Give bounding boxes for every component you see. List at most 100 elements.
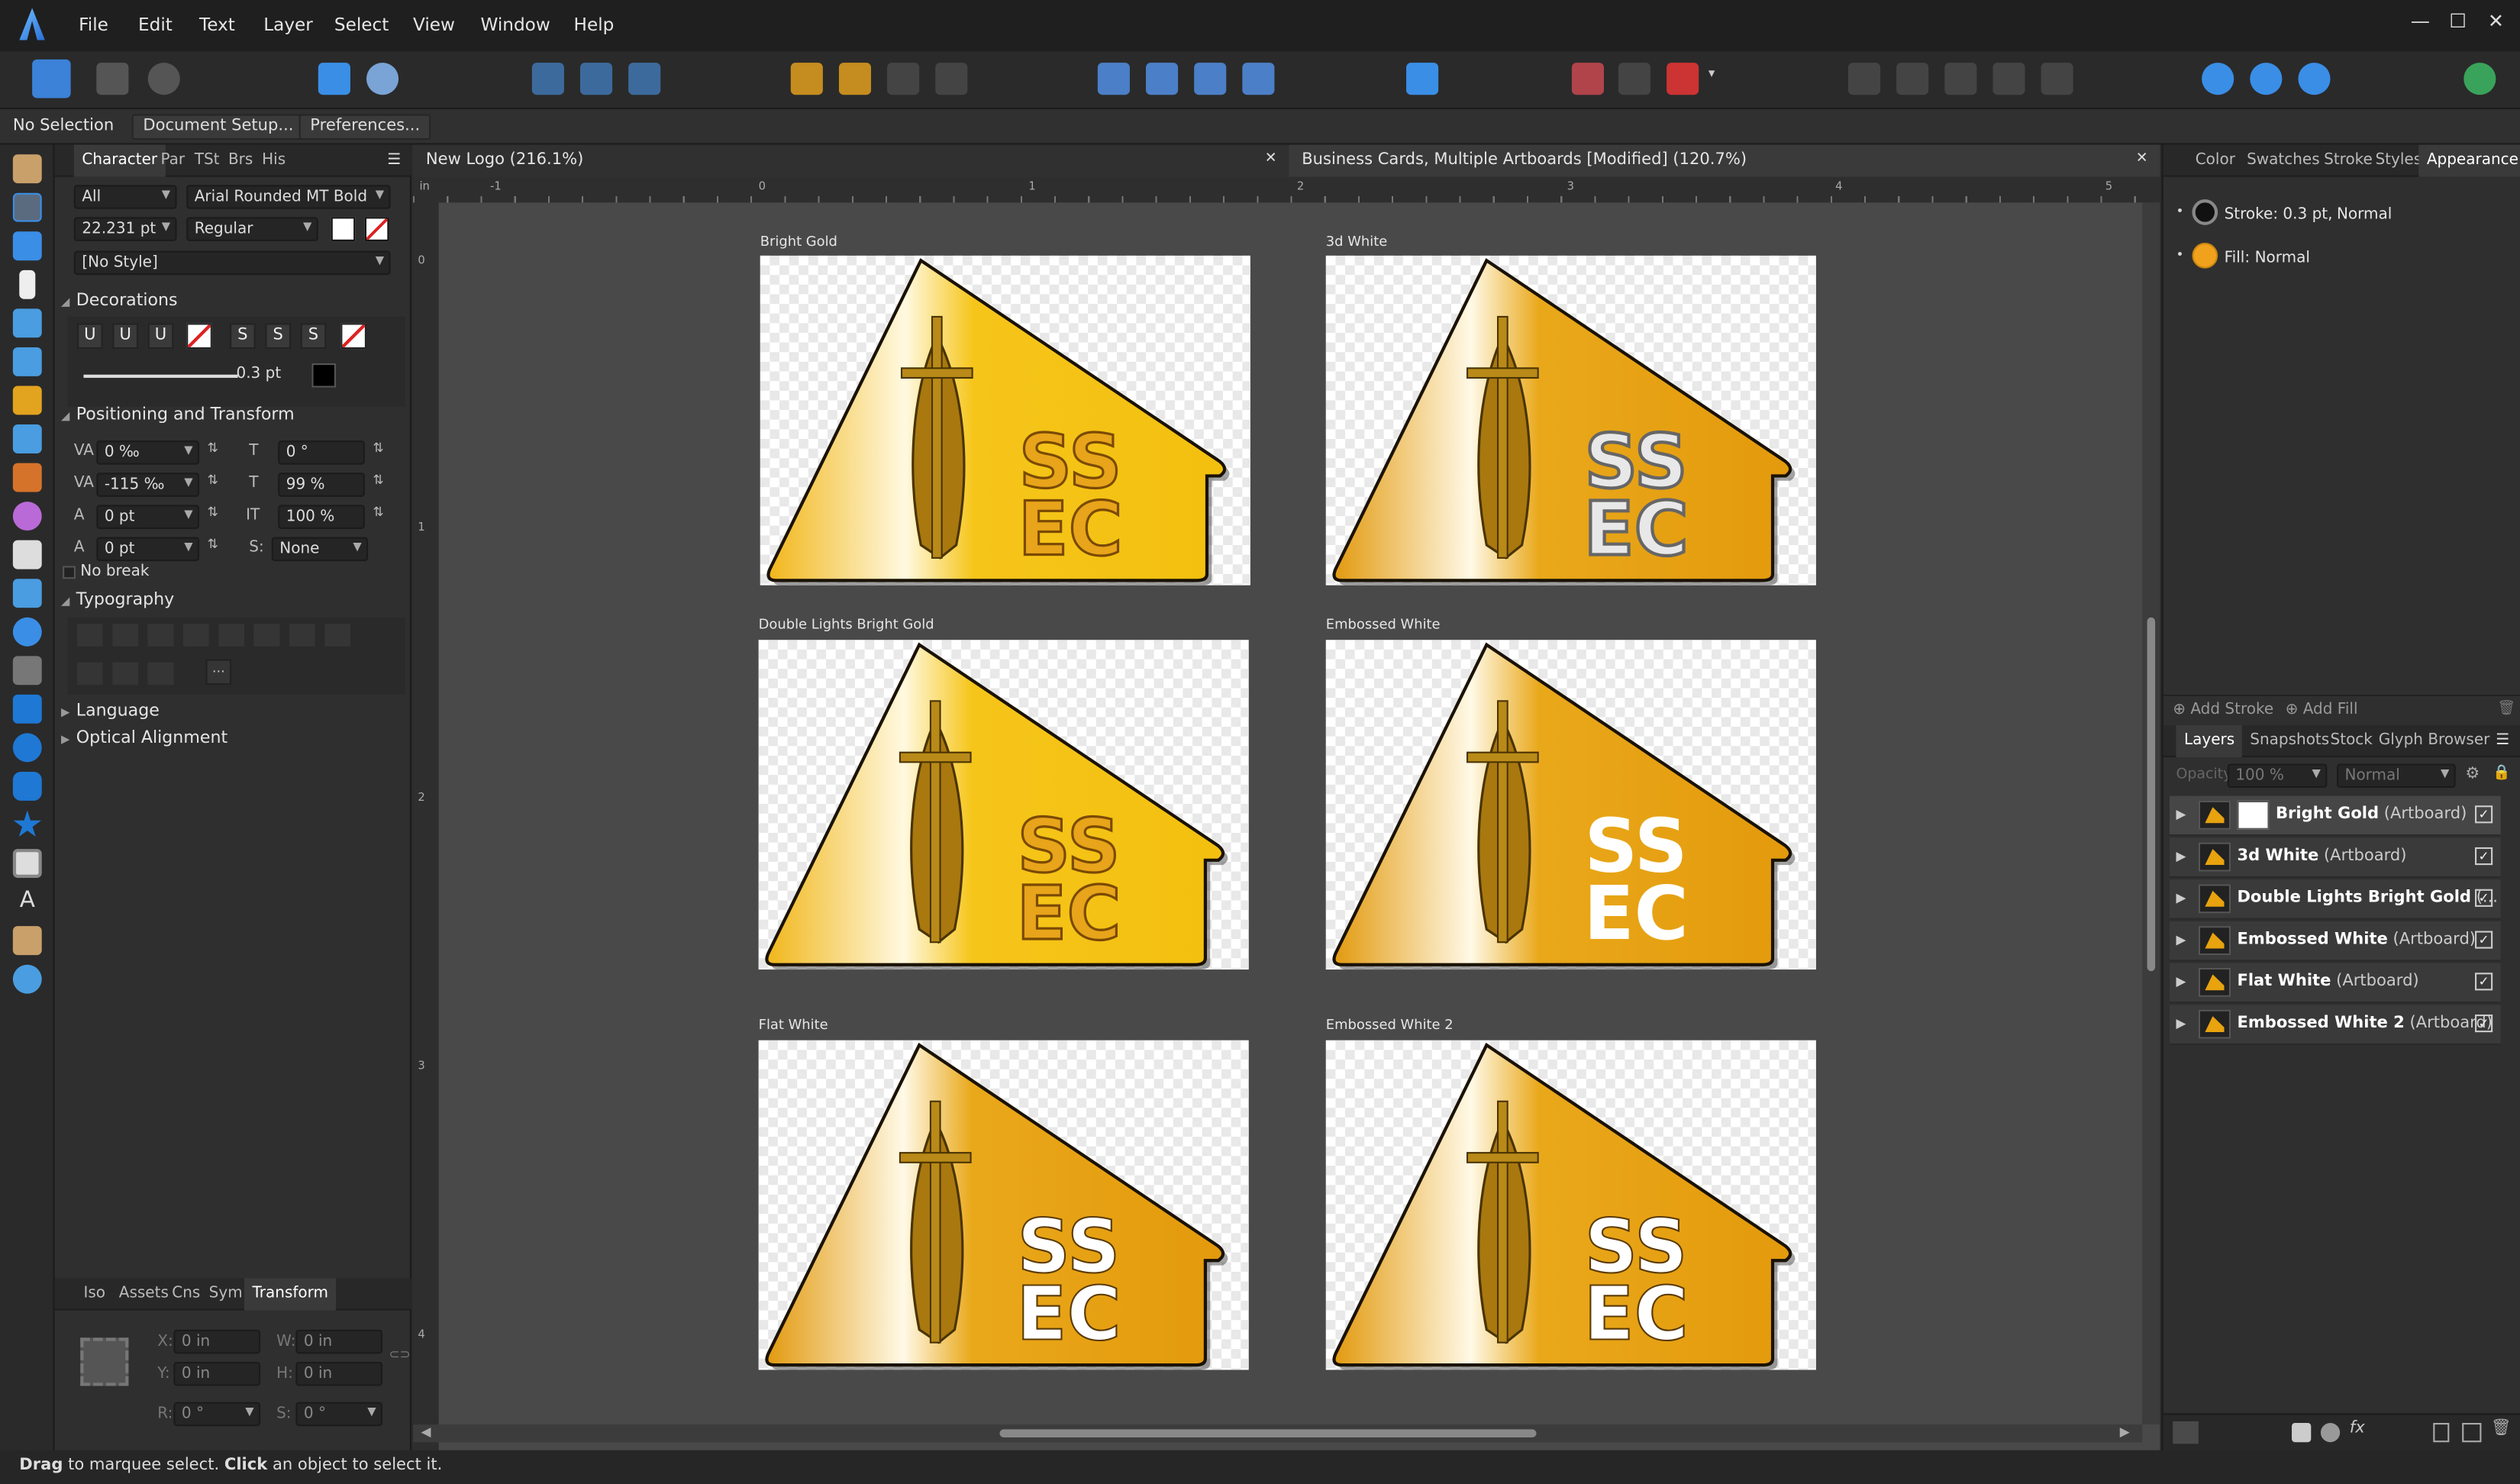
text-style-dropdown[interactable]: [No Style] ▼ (73, 250, 391, 276)
stepper-icon[interactable]: ⇅ (373, 473, 383, 487)
stepper-icon[interactable]: ⇅ (373, 505, 383, 519)
menu-layer[interactable]: Layer (263, 15, 313, 35)
pixel-persona-icon[interactable] (96, 63, 129, 95)
move-tool-icon[interactable] (12, 192, 42, 222)
layer-row[interactable]: ▶ Embossed White (Artboard) ✓ (2170, 921, 2501, 962)
boolean-add-icon[interactable] (1847, 63, 1881, 95)
point-transform-icon[interactable] (12, 308, 42, 338)
artboard-tool-icon[interactable] (12, 231, 42, 261)
stroke-label[interactable]: Stroke: 0.3 pt, (2225, 206, 2333, 224)
brush-tool-icon[interactable] (12, 463, 42, 492)
rectangle-tool-icon[interactable] (12, 694, 42, 724)
fill-tool-icon[interactable] (12, 502, 42, 531)
expand-triangle-icon[interactable]: ▶ (2176, 1016, 2186, 1031)
underline-color-swatch[interactable] (186, 323, 212, 350)
tab-stock[interactable]: Stock (2331, 731, 2373, 749)
pen-tool-icon[interactable] (12, 386, 42, 415)
node-tool-icon[interactable] (19, 269, 36, 299)
zoom-tool-icon[interactable] (12, 964, 42, 994)
expand-triangle-icon[interactable]: ▶ (2176, 849, 2186, 863)
vector-crop-icon[interactable] (12, 617, 42, 647)
font-family-dropdown[interactable]: Arial Rounded MT Bold ▼ (186, 185, 391, 209)
trash-icon[interactable]: 🗑 (2491, 1420, 2512, 1437)
scroll-left-icon[interactable]: ◀ (421, 1424, 431, 1439)
lock-icon[interactable]: 🔒 (2493, 766, 2511, 782)
boolean-divide-icon[interactable] (2041, 63, 2073, 95)
fill-label[interactable]: Fill: (2225, 249, 2250, 266)
tab-swatches[interactable]: Swatches (2247, 151, 2320, 169)
group-icon[interactable] (2462, 1422, 2482, 1443)
visibility-checkbox[interactable]: ✓ (2475, 973, 2493, 991)
tab-assets[interactable]: Assets (119, 1285, 169, 1302)
menu-help[interactable]: Help (574, 15, 615, 35)
tab-brushes[interactable]: Brs (228, 151, 253, 169)
scope-dropdown[interactable]: All ▼ (73, 185, 177, 209)
expand-triangle-icon[interactable]: ▶ (2176, 891, 2186, 905)
tab-color[interactable]: Color (2196, 151, 2235, 169)
export-persona-icon[interactable] (147, 63, 180, 95)
maximize-button[interactable]: ☐ (2449, 10, 2467, 32)
language-section[interactable]: ▶ Language (61, 701, 160, 720)
arrange-back-icon[interactable] (887, 63, 920, 95)
strikethrough-icon[interactable]: S (230, 323, 256, 350)
typography-section[interactable]: ◢ Typography (61, 590, 174, 609)
color-picker-icon[interactable] (12, 926, 42, 956)
snap-bounds-icon[interactable] (579, 63, 613, 95)
hand-tool-icon[interactable] (12, 154, 42, 184)
visibility-checkbox[interactable]: ✓ (2475, 931, 2493, 949)
skew-field[interactable]: 0 ° (278, 440, 365, 465)
close-button[interactable]: ✕ (2488, 10, 2504, 32)
tab-symbols[interactable]: Sym (209, 1285, 243, 1302)
y-field[interactable]: 0 in (173, 1361, 261, 1386)
stepper-icon[interactable]: ⇅ (208, 505, 218, 519)
snapping-dropdown-icon[interactable]: ▾ (1709, 66, 1715, 80)
rotate-left-icon[interactable] (1194, 63, 1227, 95)
rounded-rect-tool-icon[interactable] (12, 771, 42, 801)
tab-snapshots[interactable]: Snapshots (2250, 731, 2329, 749)
tab-layers[interactable]: Layers (2176, 724, 2243, 758)
line-color-swatch[interactable] (311, 363, 336, 388)
boolean-subtract-icon[interactable] (1896, 63, 1929, 95)
width-scale-field[interactable]: 100 % (278, 505, 365, 529)
grid-icon[interactable] (1571, 63, 1604, 95)
minimize-button[interactable]: — (2411, 10, 2430, 32)
case-dropdown[interactable]: None ▼ (271, 537, 369, 562)
strikethrough-options-icon[interactable]: S (300, 323, 327, 350)
layers-stack-icon[interactable] (2173, 1421, 2199, 1444)
fill-swatch[interactable] (2192, 243, 2218, 269)
stroke-swatch[interactable] (2192, 199, 2218, 225)
place-image-icon[interactable] (12, 579, 42, 608)
shear-field[interactable]: 0 ° ▼ (295, 1402, 383, 1427)
boolean-xor-icon[interactable] (1992, 63, 2025, 95)
align-icon[interactable] (1406, 63, 1439, 95)
strikethrough-color-swatch[interactable] (340, 323, 366, 350)
tab-glyph-browser[interactable]: Glyph Browser (2379, 731, 2490, 749)
tab-transform[interactable]: Transform (244, 1278, 337, 1311)
decorations-section[interactable]: ◢ Decorations (61, 291, 178, 310)
positioning-section[interactable]: ◢ Positioning and Transform (61, 405, 295, 424)
tab-text-styles[interactable]: TSt (195, 151, 220, 169)
underline-options-icon[interactable]: U (147, 323, 174, 350)
close-tab-icon[interactable]: ✕ (2136, 151, 2148, 167)
horizontal-scrollbar[interactable]: ◀ ▶ (413, 1424, 2143, 1443)
adjustment-icon[interactable] (2320, 1422, 2341, 1443)
add-fill-button[interactable]: ⊕ Add Fill (2286, 701, 2358, 718)
preferences-icon[interactable] (366, 63, 399, 95)
insert-top-icon[interactable] (2298, 63, 2331, 95)
crop-tool-icon[interactable] (12, 656, 42, 686)
anchor-selector-icon[interactable] (80, 1337, 129, 1386)
menu-text[interactable]: Text (199, 15, 235, 35)
rotation-field[interactable]: 0 ° ▼ (173, 1402, 261, 1427)
frame-text-tool-icon[interactable] (12, 849, 42, 878)
tab-appearance[interactable]: Appearance (2418, 144, 2520, 177)
expand-triangle-icon[interactable]: ▶ (2176, 933, 2186, 947)
menu-select[interactable]: Select (334, 15, 389, 35)
leading-field[interactable]: 0 pt ▼ (96, 537, 200, 562)
trash-icon[interactable]: 🗑 (2497, 701, 2515, 717)
tab-history[interactable]: His (262, 151, 286, 169)
document-setup-icon[interactable] (318, 63, 350, 95)
layer-row[interactable]: ▶ Embossed White 2 (Artboard) ✓ (2170, 1005, 2501, 1046)
layer-row[interactable]: ▶ Bright Gold (Artboard) ✓ (2170, 795, 2501, 837)
boolean-intersect-icon[interactable] (1944, 63, 1977, 95)
panel-menu-icon[interactable]: ☰ (2496, 731, 2509, 749)
